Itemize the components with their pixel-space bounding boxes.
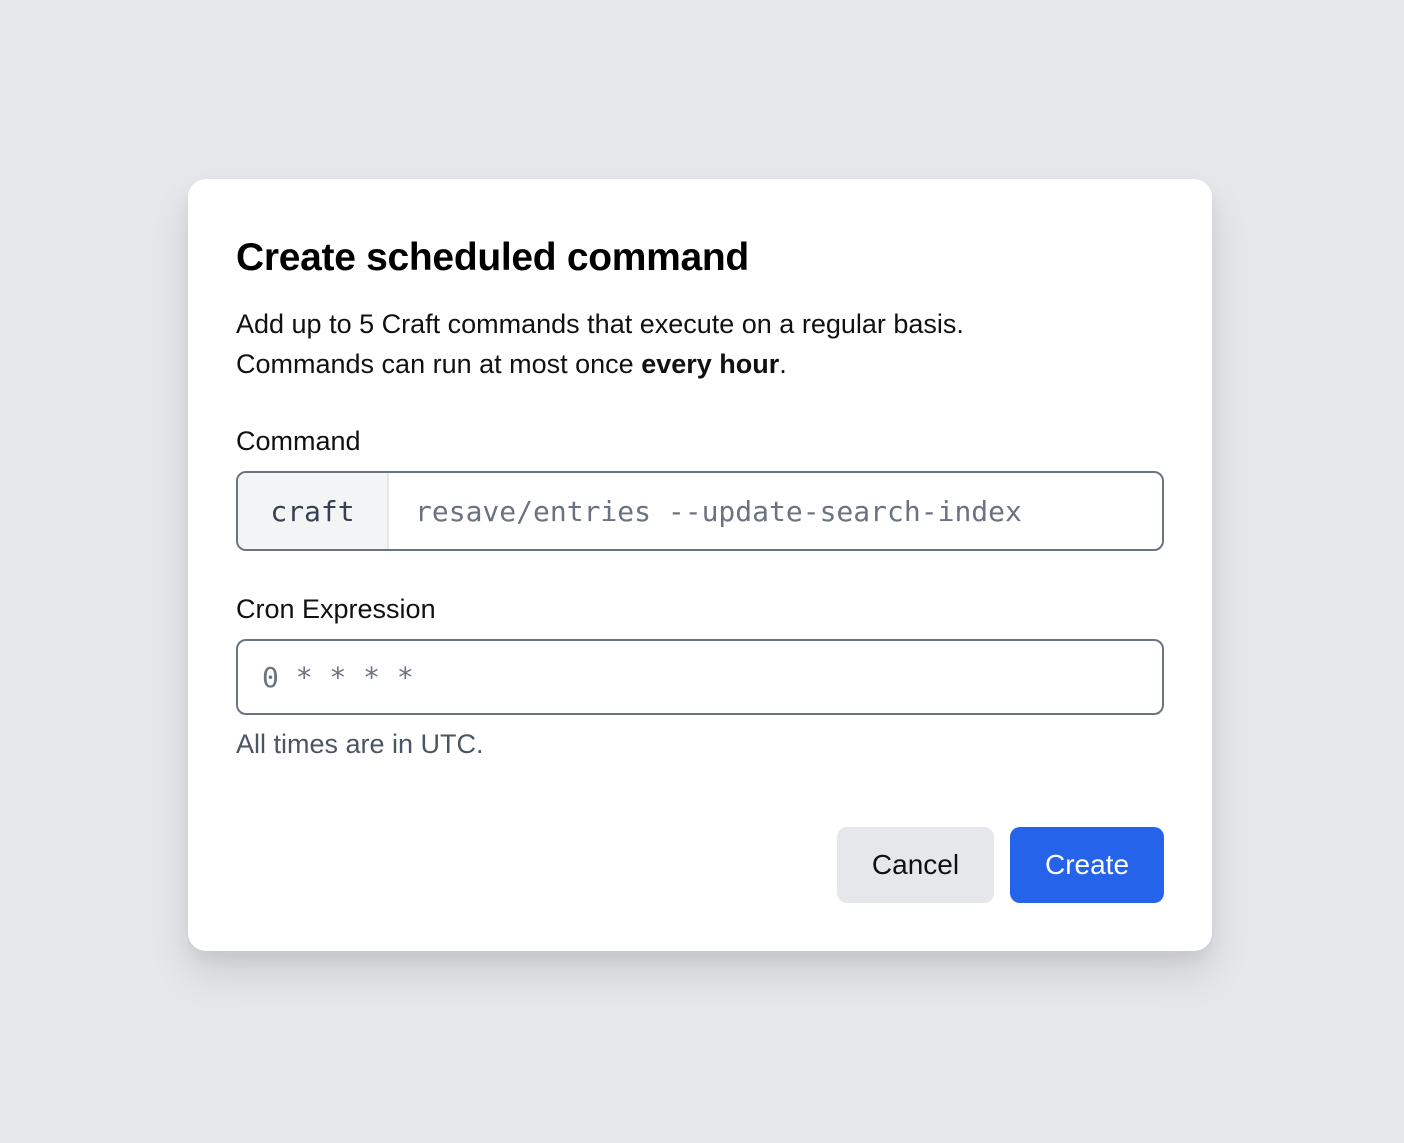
cron-expression-label: Cron Expression [236, 594, 436, 624]
description-line-2-prefix: Commands can run at most once [236, 349, 642, 379]
command-label: Command [236, 426, 361, 456]
description-line-2-suffix: . [779, 349, 787, 379]
dialog-description: Add up to 5 Craft commands that execute … [236, 304, 1156, 384]
create-button[interactable]: Create [1010, 827, 1164, 903]
cancel-button[interactable]: Cancel [837, 827, 994, 903]
description-line-1: Add up to 5 Craft commands that execute … [236, 309, 964, 339]
cron-expression-input[interactable] [238, 641, 1162, 713]
create-scheduled-command-dialog: Create scheduled command Add up to 5 Cra… [188, 179, 1212, 951]
command-prefix: craft [238, 473, 389, 549]
cron-timezone-hint: All times are in UTC. [236, 729, 484, 759]
dialog-title: Create scheduled command [236, 236, 749, 279]
cron-expression-field [236, 639, 1164, 715]
description-line-2-bold: every hour [641, 349, 780, 379]
command-input[interactable] [389, 473, 1162, 549]
command-input-group: craft [236, 471, 1164, 551]
